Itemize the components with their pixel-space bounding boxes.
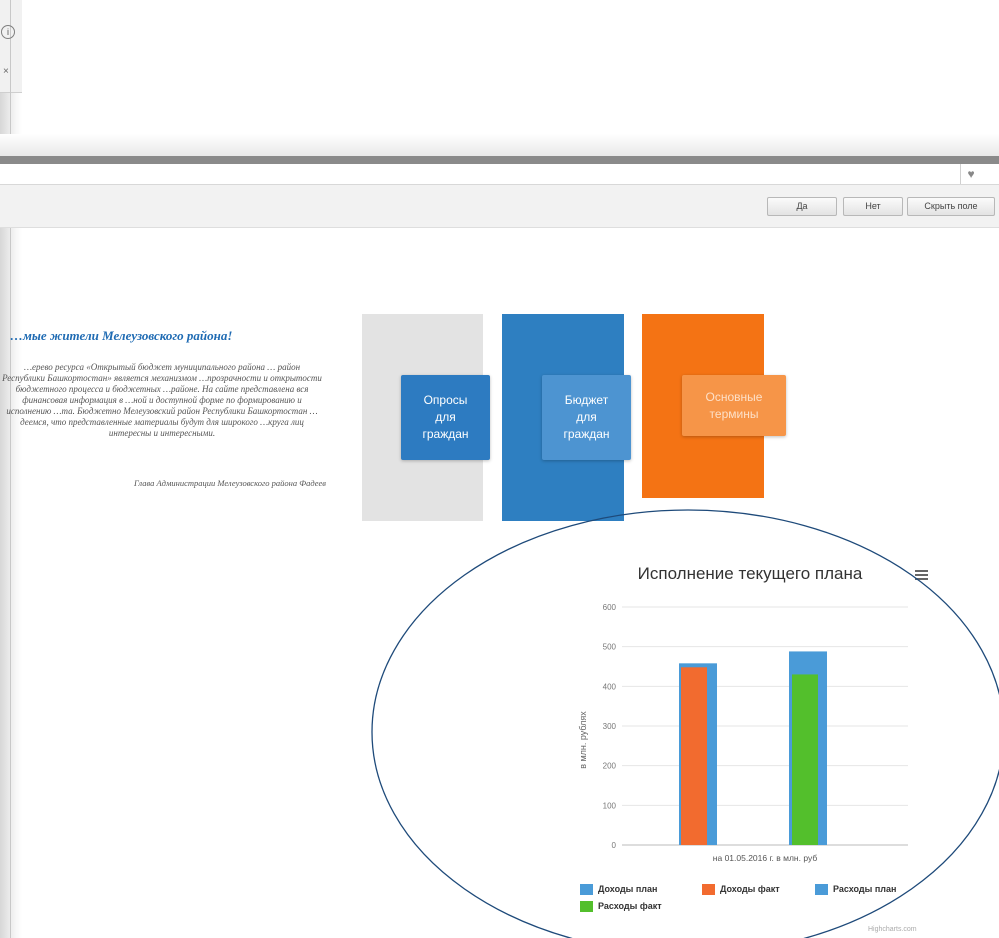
chart-title: Исполнение текущего плана [637,564,863,583]
tile-label-line: Опросы [423,393,468,407]
browser-frame-bar [0,156,999,164]
y-tick-label: 600 [603,603,617,612]
page: i × ♥ Да Нет Скрыть поле …мые жители Мел… [0,0,999,938]
legend-swatch [815,884,828,896]
legend-swatch [702,884,715,896]
bar-income-fact [681,667,707,845]
legend-swatch [580,884,593,896]
tile-label-line: для [576,410,597,424]
legend-item-income-fact[interactable]: Доходы факт [702,884,780,896]
tile-label-line: Бюджет [564,393,609,407]
greeting-signature: Глава Администрации Мелеузовского района… [134,478,326,488]
y-tick-label: 500 [603,643,617,652]
heart-icon[interactable]: ♥ [960,164,981,184]
y-tick-label: 300 [603,722,617,731]
basic-terms-button[interactable]: Основные термины [682,375,786,436]
y-tick-label: 400 [603,682,617,691]
legend-item-income-plan[interactable]: Доходы план [580,884,658,896]
address-bar[interactable] [0,164,999,185]
chart-credits[interactable]: Highcharts.com [868,926,917,933]
hide-field-button[interactable]: Скрыть поле [907,197,995,216]
chart-plot: 0 100 200 300 400 500 600 на 01.05.2016 г. в мл… [603,603,908,863]
legend-item-expense-fact[interactable]: Расходы факт [580,901,662,913]
side-panel-header [0,0,22,93]
browser-toolbar [0,134,999,156]
y-tick-label: 100 [603,801,617,810]
yes-button[interactable]: Да [767,197,837,216]
tile-label-line: для [435,410,456,424]
no-button[interactable]: Нет [843,197,903,216]
legend-label: Расходы факт [598,901,662,911]
greeting-body: …ерево ресурса «Открытый бюджет муниципа… [2,362,322,438]
budget-for-citizens-button[interactable]: Бюджет для граждан [542,375,631,460]
y-tick-label: 200 [603,762,617,771]
legend-label: Доходы факт [720,884,780,894]
tile-label-line: Основные [705,389,763,404]
chart-y-axis-label: в млн. рублях [578,711,588,769]
legend-item-expense-plan[interactable]: Расходы план [815,884,897,896]
info-icon[interactable]: i [1,25,15,39]
greeting-title: …мые жители Мелеузовского района! [10,328,233,343]
close-icon[interactable]: × [3,66,9,77]
y-tick-label: 0 [612,841,617,850]
tile-label-line: термины [709,406,759,421]
legend-swatch [580,901,593,913]
chart-menu-icon[interactable] [915,570,928,581]
x-category-label: на 01.05.2016 г. в млн. руб [713,853,818,863]
surveys-for-citizens-button[interactable]: Опросы для граждан [401,375,490,460]
legend-label: Доходы план [598,884,658,894]
tile-label-line: граждан [422,427,469,441]
bar-expense-fact [792,674,818,845]
tile-label-line: граждан [563,427,610,441]
legend-label: Расходы план [833,884,897,894]
